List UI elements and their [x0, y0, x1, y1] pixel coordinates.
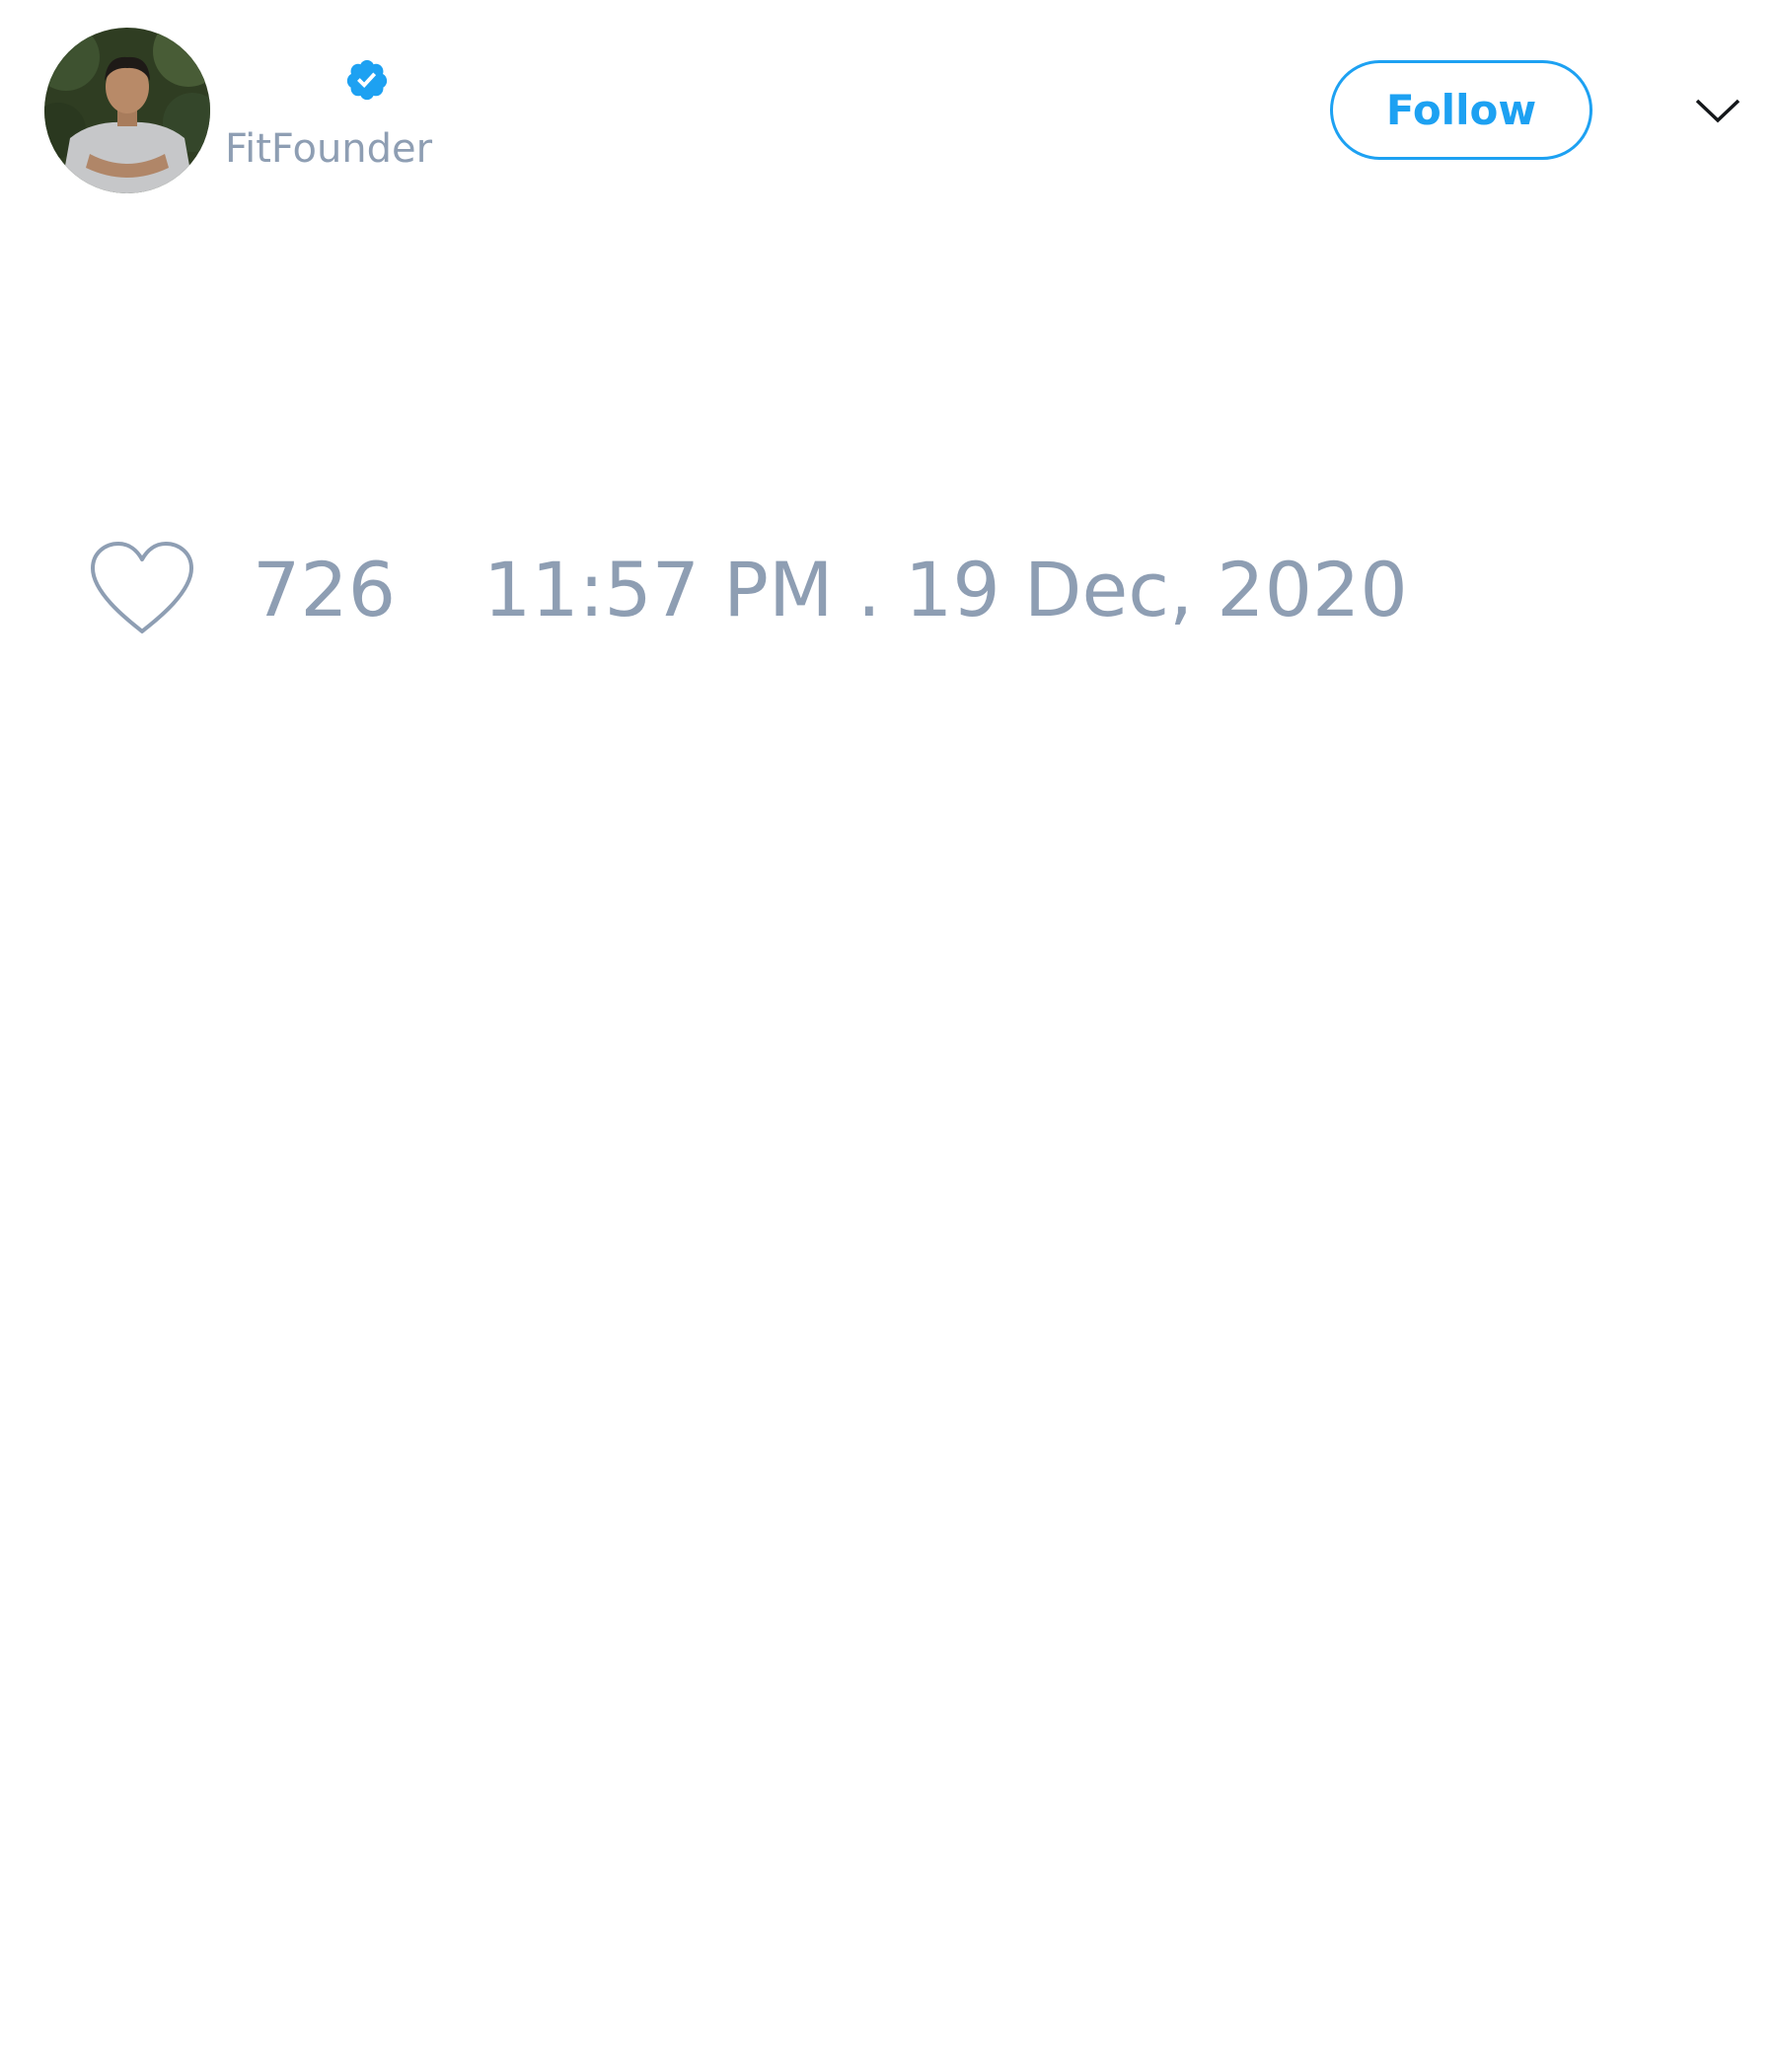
profile-photo	[44, 28, 210, 193]
follow-button[interactable]: Follow	[1330, 60, 1592, 160]
chevron-down-icon[interactable]	[1693, 91, 1742, 130]
heart-icon[interactable]	[89, 541, 195, 637]
avatar[interactable]	[44, 28, 210, 193]
like-count: 726	[253, 546, 397, 633]
verified-badge-icon	[346, 59, 388, 101]
author-handle[interactable]: FitFounder	[225, 124, 432, 174]
tweet-timestamp[interactable]: 11:57 PM . 19 Dec, 2020	[483, 548, 1408, 632]
